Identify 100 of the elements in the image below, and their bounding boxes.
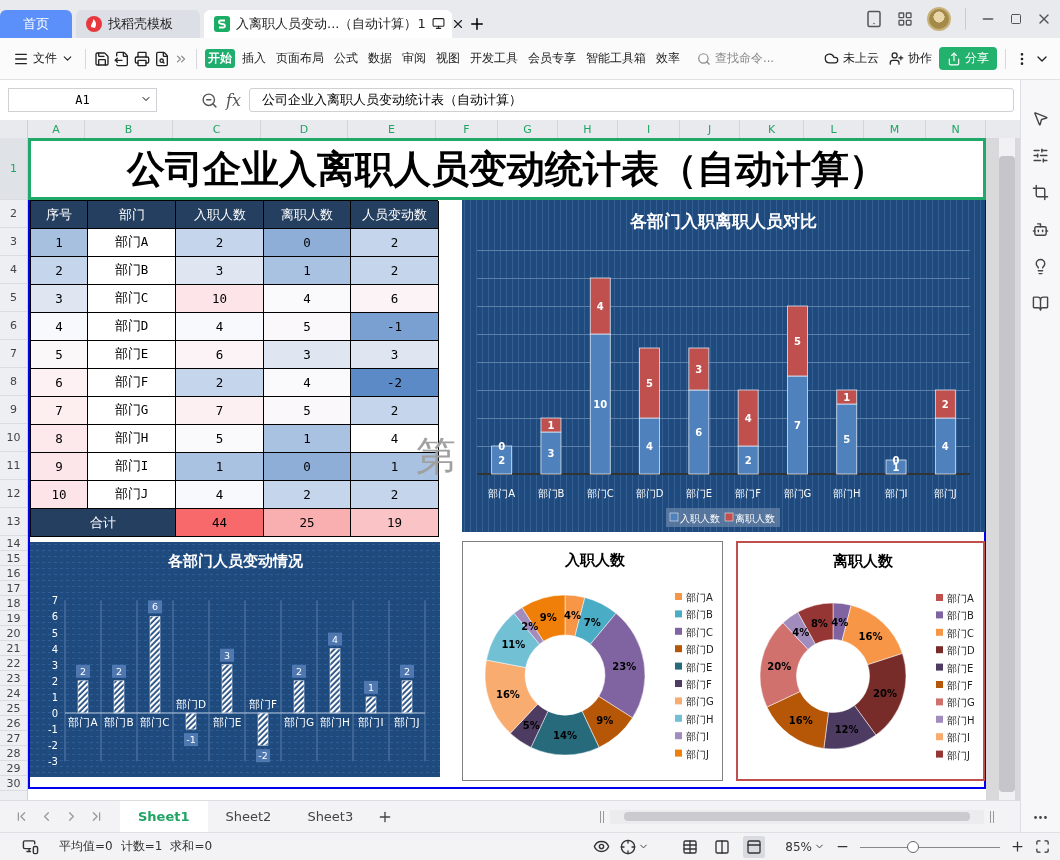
sheet-tab[interactable]: Sheet3 (289, 801, 372, 832)
bar-segment (787, 305, 808, 377)
row-header[interactable]: 19 (0, 611, 27, 626)
cursor-icon[interactable] (1032, 110, 1049, 127)
save-icon[interactable] (94, 50, 110, 67)
row-header[interactable]: 25 (0, 701, 27, 716)
ribbon-tab[interactable]: 审阅 (399, 49, 429, 68)
ribbon-tab[interactable]: 公式 (331, 49, 361, 68)
tablet-icon[interactable] (865, 10, 883, 28)
eye-icon[interactable] (593, 838, 611, 855)
chart-title: 入职人数 (565, 551, 625, 569)
view-mode-button[interactable] (743, 835, 766, 858)
row-header[interactable]: 15 (0, 551, 27, 566)
row-header[interactable]: 26 (0, 716, 27, 731)
row-header[interactable]: 27 (0, 731, 27, 746)
table-cell: 1 (264, 257, 351, 285)
row-header[interactable]: 13 (0, 508, 27, 536)
formula-field[interactable]: 公司企业入离职人员变动统计表（自动计算） (248, 88, 1014, 112)
collaborate-button[interactable]: 协作 (886, 49, 935, 68)
ribbon-tab[interactable]: 数据 (365, 49, 395, 68)
ribbon-tab[interactable]: 页面布局 (273, 49, 327, 68)
ribbon-tab[interactable]: 效率 (653, 49, 683, 68)
crop-icon[interactable] (1032, 184, 1049, 201)
header-cell: 入职人数 (176, 201, 264, 229)
data-label: 7 (793, 420, 801, 431)
ribbon-tab[interactable]: 视图 (433, 49, 463, 68)
monitor-icon[interactable] (431, 17, 445, 30)
axis-label: 部门H (833, 488, 861, 499)
chart-title: 各部门人员变动情况 (167, 552, 303, 570)
row-header[interactable]: 9 (0, 396, 27, 424)
row-header[interactable]: 3 (0, 228, 27, 256)
row-header[interactable]: 2 (0, 200, 27, 228)
row-header[interactable]: 28 (0, 746, 27, 761)
row-header[interactable]: 20 (0, 626, 27, 641)
row-header[interactable]: 12 (0, 480, 27, 508)
vertical-scrollbar[interactable] (999, 138, 1015, 800)
new-tab-icon[interactable] (468, 15, 486, 33)
data-label: 4 (941, 441, 949, 452)
row-header[interactable]: 17 (0, 581, 27, 596)
axis-label: 部门D (175, 698, 207, 710)
row-header[interactable]: 22 (0, 656, 27, 671)
crosshair-icon[interactable] (620, 838, 637, 855)
export-icon[interactable] (114, 50, 130, 67)
row-header[interactable]: 14 (0, 536, 27, 551)
ribbon-tab[interactable]: 智能工具箱 (583, 49, 649, 68)
axis-label: 部门I (358, 716, 384, 728)
book-icon[interactable] (1032, 295, 1049, 312)
row-header[interactable]: 29 (0, 761, 27, 776)
file-menu[interactable]: 文件 (10, 48, 77, 69)
zoom-icon[interactable] (201, 91, 218, 109)
row-header[interactable]: 23 (0, 671, 27, 686)
table-cell: 2 (351, 397, 439, 425)
row-header[interactable]: 24 (0, 686, 27, 701)
row-header[interactable]: 11 (0, 452, 27, 480)
table-cell: 3 (176, 257, 264, 285)
document-tab[interactable]: 找稻壳模板 (76, 10, 200, 38)
row-header[interactable]: 5 (0, 284, 27, 312)
data-label: 1 (843, 392, 851, 403)
row-header[interactable]: 6 (0, 312, 27, 340)
legend-label: 离职人数 (735, 513, 775, 524)
row-header[interactable]: 30 (0, 776, 27, 791)
title-cell[interactable]: 公司企业入离职人员变动统计表（自动计算） (28, 138, 986, 200)
ribbon-tab[interactable]: 插入 (239, 49, 269, 68)
sheet-tab[interactable]: Sheet2 (207, 801, 290, 832)
row-header[interactable]: 7 (0, 340, 27, 368)
preview-icon[interactable] (154, 50, 170, 67)
row-header[interactable]: 21 (0, 641, 27, 656)
table-cell: 4 (31, 313, 88, 341)
total-cell: 25 (264, 509, 351, 537)
table-cell: 9 (31, 453, 88, 481)
legend-label: 部门D (947, 645, 975, 657)
ribbon-tab[interactable]: 开发工具 (467, 49, 521, 68)
share-icon (947, 51, 961, 66)
printer-icon[interactable] (134, 50, 150, 67)
avatar[interactable] (927, 7, 951, 31)
name-box[interactable]: A1 (8, 88, 157, 112)
horizontal-scrollbar[interactable] (610, 809, 984, 824)
row-header[interactable]: 8 (0, 368, 27, 396)
grid-icon[interactable] (897, 11, 913, 27)
grid-icon (682, 838, 699, 855)
sliders-icon[interactable] (1032, 147, 1049, 164)
zoom-level[interactable]: 85% (785, 839, 825, 854)
row-header[interactable]: 18 (0, 596, 27, 611)
zoom-slider[interactable] (860, 840, 1000, 853)
maximize-icon[interactable] (1010, 13, 1022, 25)
function-label[interactable]: fx (226, 90, 241, 110)
fullscreen-icon[interactable] (1035, 839, 1050, 854)
row-header[interactable]: 16 (0, 566, 27, 581)
table-cell: 5 (264, 313, 351, 341)
axis-label: 部门J (394, 716, 420, 728)
command-search[interactable]: 查找命令... (697, 51, 774, 66)
ribbon-tab[interactable]: 会员专享 (525, 49, 579, 68)
table-cell: 2 (264, 481, 351, 509)
slider-thumb[interactable] (907, 840, 920, 853)
zoom-in-icon[interactable] (1010, 839, 1025, 854)
cloud-button[interactable]: 未上云 (821, 49, 882, 68)
row-header[interactable]: 4 (0, 256, 27, 284)
row-header[interactable]: 10 (0, 424, 27, 452)
bar (365, 696, 377, 714)
robot-icon[interactable] (1032, 221, 1049, 238)
